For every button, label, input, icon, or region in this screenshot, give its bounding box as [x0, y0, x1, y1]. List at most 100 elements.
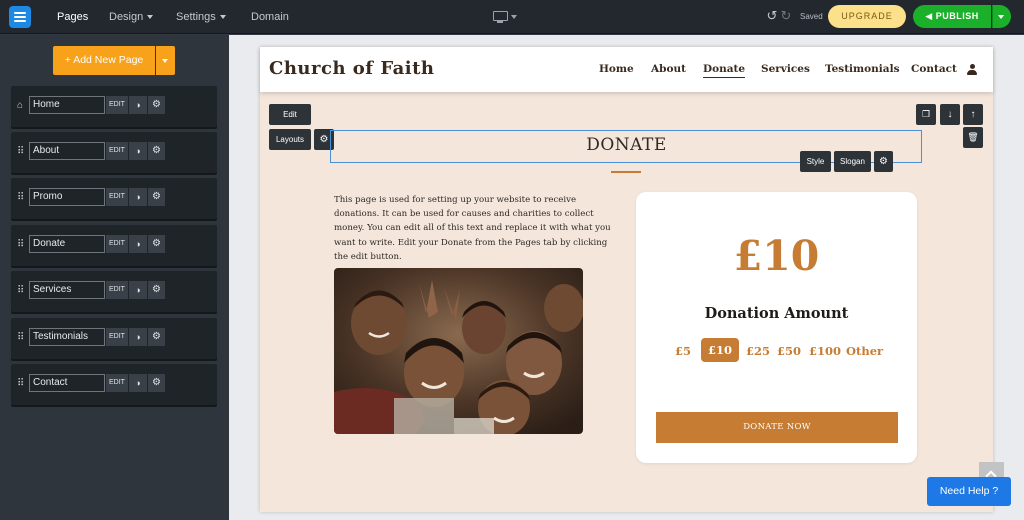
donate-now-button[interactable]: DONATE NOW [656, 412, 898, 443]
gear-icon[interactable]: ⚙ [148, 328, 165, 346]
children-photo[interactable] [334, 268, 583, 434]
title-underline [611, 171, 641, 173]
editor-canvas: Church of Faith Home About Donate Servic… [229, 35, 1024, 520]
edit-page-button[interactable]: EDIT [106, 235, 128, 253]
page-name-input[interactable]: Testimonials [29, 328, 105, 346]
nav-domain-label: Domain [251, 11, 289, 23]
publish-label: PUBLISH [935, 11, 979, 21]
site-nav-about[interactable]: About [651, 63, 686, 75]
gear-icon[interactable]: ⚙ [148, 142, 165, 160]
drag-handle-icon[interactable]: ⠿ [17, 378, 25, 390]
gear-icon[interactable]: ⚙ [148, 96, 165, 114]
nav-settings[interactable]: Settings [176, 0, 226, 34]
page-row-services[interactable]: ⠿ Services EDIT ◑ ⚙ [11, 271, 217, 312]
drag-handle-icon[interactable]: ⠿ [17, 332, 25, 344]
page-name-input[interactable]: Contact [29, 374, 105, 392]
nav-pages[interactable]: Pages [57, 0, 88, 34]
amount-option-10[interactable]: £10 [701, 338, 740, 362]
drag-handle-icon[interactable]: ⠿ [17, 146, 25, 158]
gear-icon[interactable]: ⚙ [148, 188, 165, 206]
page-name-input[interactable]: Home [29, 96, 105, 114]
edit-section-button[interactable]: Edit [269, 104, 311, 125]
page-row-donate[interactable]: ⠿ Donate EDIT ◑ ⚙ [11, 225, 217, 266]
palette-icon[interactable]: ◑ [129, 188, 147, 206]
gear-icon[interactable]: ⚙ [148, 235, 165, 253]
page-row-about[interactable]: ⠿ About EDIT ◑ ⚙ [11, 132, 217, 173]
site-nav-testimonials[interactable]: Testimonials [825, 63, 899, 75]
site-nav-contact[interactable]: Contact [911, 63, 957, 75]
site-nav-services[interactable]: Services [761, 63, 810, 75]
user-icon[interactable] [967, 64, 977, 75]
gear-icon[interactable]: ⚙ [148, 374, 165, 392]
chevron-down-icon[interactable] [511, 15, 517, 19]
drag-handle-icon[interactable]: ⠿ [17, 285, 25, 297]
add-new-page-button[interactable]: + Add New Page [53, 46, 155, 75]
amount-option-25[interactable]: £25 [746, 344, 770, 358]
site-header: Church of Faith Home About Donate Servic… [260, 47, 993, 92]
drag-handle-icon[interactable]: ⠿ [17, 192, 25, 204]
nav-pages-label: Pages [57, 11, 89, 23]
selected-amount-display: £10 [733, 232, 820, 280]
pages-sidebar: + Add New Page ⌂ Home EDIT ◑ ⚙ ⠿ About E… [0, 35, 229, 520]
page-row-home[interactable]: ⌂ Home EDIT ◑ ⚙ [11, 86, 217, 127]
duplicate-icon[interactable]: ❐ [916, 104, 936, 125]
home-icon: ⌂ [17, 100, 24, 111]
logo-icon[interactable] [9, 6, 31, 28]
edit-page-button[interactable]: EDIT [106, 328, 128, 346]
nav-domain[interactable]: Domain [251, 0, 289, 34]
style-button[interactable]: Style [800, 151, 831, 172]
redo-icon[interactable]: ↻ [779, 8, 793, 24]
page-name-input[interactable]: About [29, 142, 105, 160]
edit-page-button[interactable]: EDIT [106, 374, 128, 392]
page-name-input[interactable]: Promo [29, 188, 105, 206]
gear-icon[interactable]: ⚙ [148, 281, 165, 299]
publish-options-button[interactable] [992, 5, 1011, 28]
publish-button[interactable]: ◀ PUBLISH [913, 5, 991, 28]
nav-design[interactable]: Design [109, 0, 154, 34]
page-name-input[interactable]: Services [29, 281, 105, 299]
nav-design-label: Design [109, 11, 144, 23]
site-nav-donate[interactable]: Donate [703, 63, 746, 78]
edit-page-button[interactable]: EDIT [106, 188, 128, 206]
section-body-text[interactable]: This page is used for setting up your we… [334, 193, 616, 264]
nav-settings-label: Settings [176, 11, 216, 23]
site-nav-home[interactable]: Home [599, 63, 634, 75]
edit-page-button[interactable]: EDIT [106, 96, 128, 114]
megaphone-icon: ◀ [925, 11, 933, 21]
amount-option-5[interactable]: £5 [675, 344, 691, 358]
add-page-options-button[interactable] [156, 46, 175, 75]
palette-icon[interactable]: ◑ [129, 374, 147, 392]
site-preview: Church of Faith Home About Donate Servic… [260, 47, 1004, 512]
edit-page-button[interactable]: EDIT [106, 142, 128, 160]
chevron-down-icon [147, 15, 154, 20]
edit-page-button[interactable]: EDIT [106, 281, 128, 299]
chevron-down-icon [219, 15, 226, 20]
site-title[interactable]: Church of Faith [269, 58, 435, 79]
palette-icon[interactable]: ◑ [129, 328, 147, 346]
drag-handle-icon[interactable]: ⠿ [17, 239, 25, 251]
amount-option-other[interactable]: Other [846, 344, 883, 358]
upgrade-button[interactable]: UPGRADE [828, 5, 906, 28]
palette-icon[interactable]: ◑ [129, 281, 147, 299]
donation-amount-label: Donation Amount [704, 305, 849, 322]
amount-option-100[interactable]: £100 [809, 344, 841, 358]
desktop-icon[interactable] [493, 11, 508, 23]
undo-icon[interactable]: ↺ [765, 8, 779, 24]
need-help-button[interactable]: Need Help ? [927, 477, 1011, 506]
save-status: Saved [800, 12, 823, 21]
page-name-input[interactable]: Donate [29, 235, 105, 253]
donation-card: £10 Donation Amount £5 £10 £25 £50 £100 … [636, 192, 917, 463]
top-toolbar: Pages Design Settings Domain ↺ ↻ Saved U… [0, 0, 1024, 34]
arrow-down-icon[interactable]: ↓ [940, 104, 960, 125]
page-row-contact[interactable]: ⠿ Contact EDIT ◑ ⚙ [11, 364, 217, 405]
page-row-testimonials[interactable]: ⠿ Testimonials EDIT ◑ ⚙ [11, 318, 217, 359]
page-row-promo[interactable]: ⠿ Promo EDIT ◑ ⚙ [11, 178, 217, 219]
palette-icon[interactable]: ◑ [129, 96, 147, 114]
gear-icon[interactable]: ⚙ [874, 151, 893, 172]
arrow-up-icon[interactable]: ↑ [963, 104, 983, 125]
amount-option-50[interactable]: £50 [777, 344, 801, 358]
palette-icon[interactable]: ◑ [129, 142, 147, 160]
photo-image [334, 268, 583, 434]
slogan-button[interactable]: Slogan [834, 151, 871, 172]
palette-icon[interactable]: ◑ [129, 235, 147, 253]
